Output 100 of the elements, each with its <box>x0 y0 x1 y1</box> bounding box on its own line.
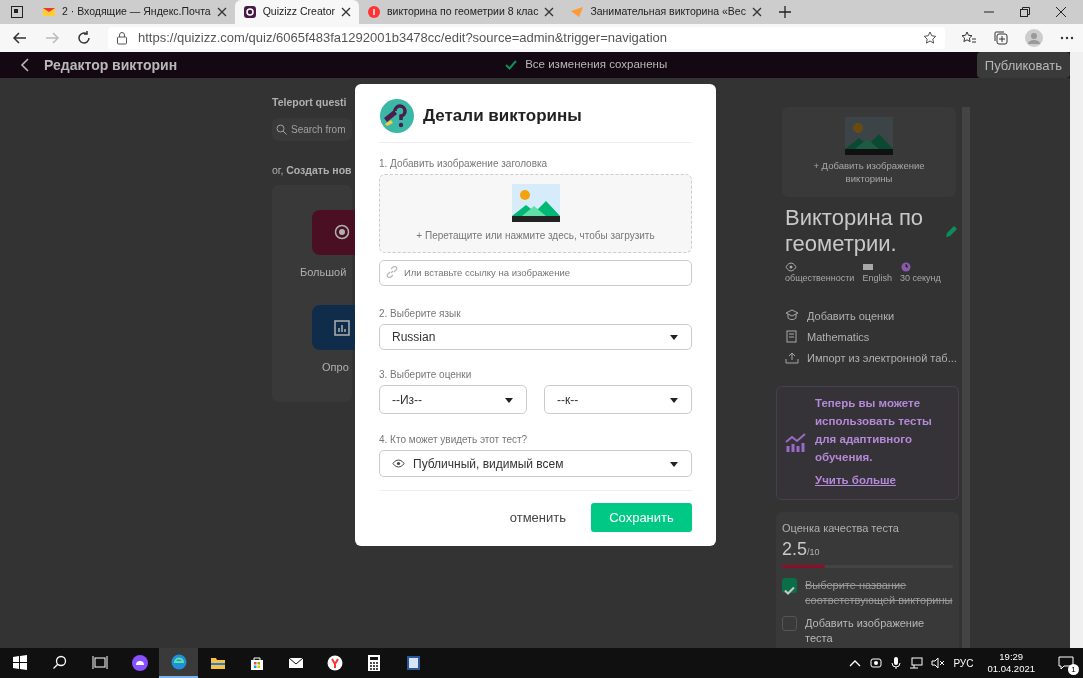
document-icon <box>404 655 421 671</box>
cancel-button[interactable]: отменить <box>508 506 567 529</box>
clock-icon <box>899 261 912 272</box>
field-label: 4. Кто может увидеть этот тест? <box>379 433 529 448</box>
save-status: Все изменения сохранены <box>525 57 668 73</box>
letter-logo-icon <box>367 5 382 19</box>
q-logo-icon <box>242 5 257 19</box>
search-field[interactable]: Search from <box>272 117 352 141</box>
quiz-image-card[interactable]: + Добавить изображение викторины <box>782 107 956 197</box>
side-action-item[interactable]: Импорт из электронной таб... <box>785 349 959 367</box>
tab-actions-icon[interactable] <box>10 5 24 19</box>
checkbox[interactable] <box>782 578 797 594</box>
upload-tray-icon <box>785 351 799 365</box>
learn-more-link[interactable]: Учить больше <box>815 473 896 486</box>
link-icon <box>386 266 398 278</box>
notification-button[interactable]: 1 <box>1049 648 1083 678</box>
close-icon[interactable] <box>216 7 227 17</box>
collections-icon[interactable] <box>993 30 1009 46</box>
quality-label: Оценка качества теста <box>782 520 900 536</box>
side-action-item[interactable]: Добавить оценки <box>785 307 959 325</box>
network-icon[interactable] <box>909 656 924 670</box>
side-action-item[interactable]: Mathematics <box>785 328 959 346</box>
visibility-select[interactable]: Публичный, видимый всем <box>379 450 692 477</box>
meta-label: 30 секунд <box>899 271 941 285</box>
meta-label: общественности <box>785 271 855 285</box>
folder-icon <box>209 655 226 671</box>
book-icon <box>785 330 799 344</box>
letter-y-icon <box>326 655 343 671</box>
close-icon[interactable] <box>341 7 352 17</box>
refresh-icon[interactable] <box>76 30 92 46</box>
flag-icon <box>862 261 875 272</box>
windows-logo-icon <box>12 655 28 671</box>
quiz-title: Викторина по геометрии. <box>785 205 925 258</box>
chart-icon <box>785 432 807 453</box>
clock[interactable]: 19:29 01.04.2021 <box>981 650 1041 676</box>
profile-avatar-icon[interactable] <box>1025 29 1043 47</box>
field-label: 2. Выберите язык <box>379 306 462 321</box>
scrollbar[interactable] <box>962 107 970 648</box>
calculator-icon <box>365 655 382 671</box>
input-language[interactable]: РУС <box>953 655 974 671</box>
field-label: 3. Выберите оценки <box>379 368 473 383</box>
image-placeholder-icon <box>845 117 893 155</box>
checkbox[interactable] <box>782 615 797 631</box>
back-icon[interactable] <box>12 30 28 46</box>
meta-label: English <box>862 271 892 285</box>
speaker-muted-icon[interactable] <box>931 656 946 670</box>
eye-icon <box>392 459 405 469</box>
browser-tab[interactable]: викторина по геометрии 8 клас <box>359 0 563 24</box>
question-type-label: Большой <box>299 264 348 280</box>
checkmark-icon <box>505 60 518 70</box>
browser-tab[interactable]: Quizizz Creator <box>234 0 360 24</box>
field-label: 1. Добавить изображение заголовка <box>379 157 549 171</box>
search-icon <box>276 123 287 135</box>
address-field[interactable]: https://quizizz.com/quiz/6065f483fa1292001b3478cc/edit?source=admin&trigger=navigation <box>108 27 945 49</box>
grade-to-select[interactable]: --к-- <box>544 385 692 415</box>
caret-down-icon <box>669 333 679 340</box>
question-mark-logo-icon <box>379 98 415 134</box>
close-icon[interactable] <box>751 7 762 17</box>
microphone-icon[interactable] <box>891 656 902 670</box>
new-tab-icon[interactable] <box>777 5 792 19</box>
grade-from-select[interactable]: --Из-- <box>379 385 527 415</box>
close-icon[interactable] <box>1055 6 1067 18</box>
graduation-cap-icon <box>785 309 799 323</box>
shopping-bag-icon <box>248 655 265 671</box>
browser-tab[interactable]: Занимательная викторина «Вес <box>562 0 770 24</box>
taskbar-button[interactable] <box>159 648 198 678</box>
browser-tab[interactable]: 2 · Входящие — Яндекс.Почта <box>34 0 235 24</box>
back-chevron-icon[interactable] <box>20 58 30 72</box>
envelope-icon <box>287 655 304 671</box>
section-heading: Teleport questi <box>272 95 347 110</box>
envelope-icon <box>42 5 56 19</box>
pencil-icon[interactable] <box>945 224 959 239</box>
modal-title: Детали викторины <box>423 105 582 128</box>
star-plus-icon[interactable] <box>923 31 937 45</box>
caret-down-icon <box>669 460 679 467</box>
image-link-field[interactable]: Или вставьте ссылку на изображение <box>379 259 692 286</box>
favorites-icon[interactable] <box>961 30 977 46</box>
promo-text: Теперь вы можете использовать тесты для адаптивного обучения. <box>815 396 933 465</box>
create-heading: ог, Создать нов <box>272 162 352 178</box>
language-select[interactable]: Russian <box>379 323 692 351</box>
chevron-up-icon[interactable] <box>849 659 862 667</box>
search-icon <box>52 655 68 671</box>
chat-bubble-icon <box>1058 656 1074 670</box>
app-title: Редактор викторин <box>44 55 178 75</box>
radio-icon <box>334 224 350 240</box>
publish-button[interactable]: Публиковать <box>976 52 1070 78</box>
scrollbar[interactable] <box>1070 52 1083 648</box>
paper-plane-icon <box>570 5 585 19</box>
assistant-icon <box>131 655 148 671</box>
restore-icon[interactable] <box>1019 6 1031 18</box>
checklist-item: Выберите название соответствующей викторины <box>805 578 953 608</box>
quality-score: 2.5 <box>782 538 808 562</box>
lock-icon <box>116 31 128 45</box>
notification-count: 1 <box>1068 664 1079 675</box>
image-dropzone[interactable]: + Перетащите или нажмите здесь, чтобы загрузить <box>379 174 692 253</box>
task-view-icon <box>92 655 108 671</box>
caret-down-icon <box>669 396 679 403</box>
caret-down-icon <box>504 396 514 403</box>
camera-icon[interactable] <box>869 656 884 670</box>
close-icon[interactable] <box>544 7 555 17</box>
